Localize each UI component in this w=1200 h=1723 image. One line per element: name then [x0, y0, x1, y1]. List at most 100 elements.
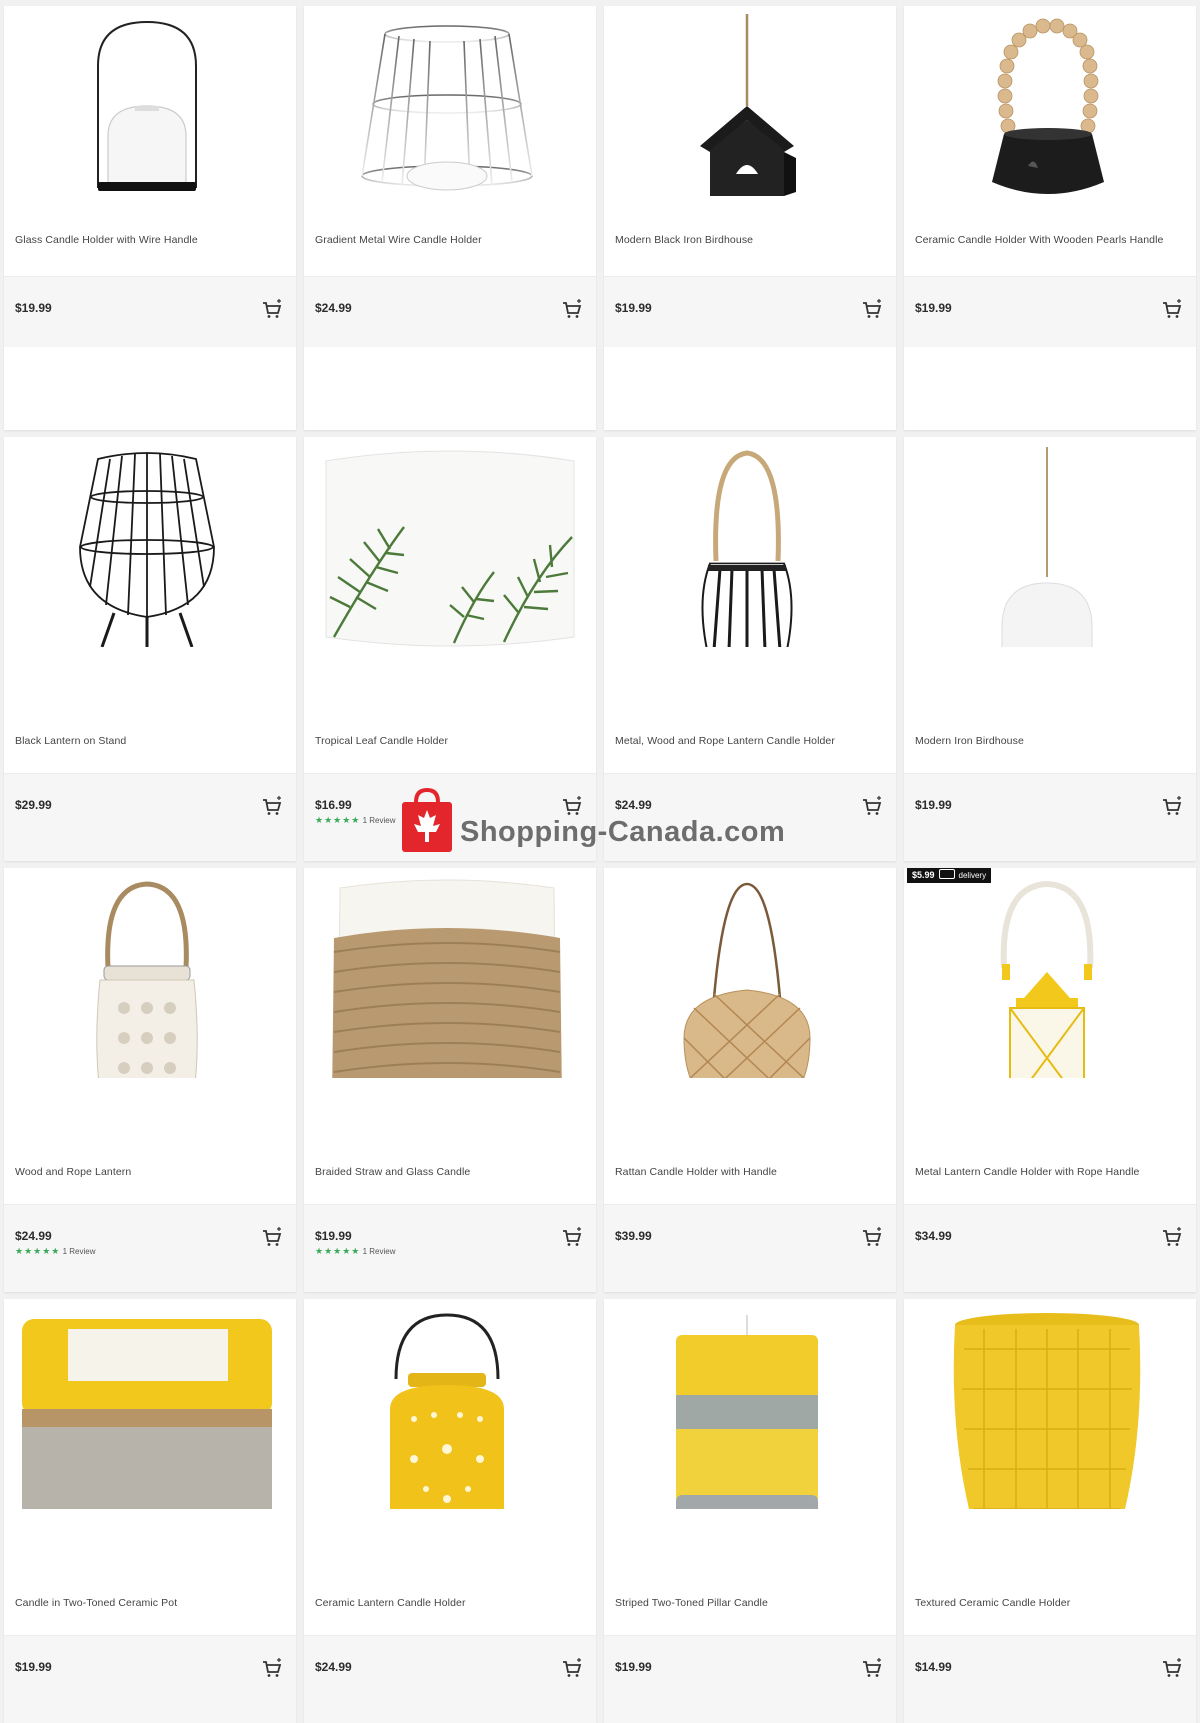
product-title[interactable]: Tropical Leaf Candle Holder [315, 735, 588, 747]
yellow-ceramic-lantern-image[interactable] [304, 1299, 596, 1509]
rating: ★★★★★ 1 Review [315, 1246, 395, 1257]
add-to-cart-icon[interactable] [1160, 1225, 1184, 1249]
product-card[interactable]: Textured Ceramic Candle Holder $14.99 [904, 1299, 1196, 1723]
product-title[interactable]: Candle in Two-Toned Ceramic Pot [15, 1597, 288, 1609]
white-birdhouse-image[interactable] [904, 437, 1196, 647]
glass-dome-candle-image[interactable] [4, 6, 296, 216]
product-price: $19.99 [915, 798, 952, 812]
product-card[interactable]: Black Lantern on Stand $29.99 [4, 437, 296, 861]
product-card[interactable]: Striped Two-Toned Pillar Candle $19.99 [604, 1299, 896, 1723]
product-footer: $19.99 ★★★★★ 1 Review [304, 1204, 596, 1292]
product-footer: $19.99 [904, 773, 1196, 861]
product-footer: $14.99 [904, 1635, 1196, 1723]
wood-lantern-image[interactable] [4, 868, 296, 1078]
product-card[interactable]: Glass Candle Holder with Wire Handle $19… [4, 6, 296, 430]
rattan-holder-image[interactable] [604, 868, 896, 1078]
product-price: $14.99 [915, 1660, 952, 1674]
product-title[interactable]: Striped Two-Toned Pillar Candle [615, 1597, 888, 1609]
review-count[interactable]: 1 Review [363, 1247, 396, 1256]
product-title[interactable]: Braided Straw and Glass Candle [315, 1166, 588, 1178]
add-to-cart-icon[interactable] [860, 1656, 884, 1680]
striped-pillar-candle-image[interactable] [604, 1299, 896, 1509]
product-card[interactable]: Ceramic Candle Holder With Wooden Pearls… [904, 6, 1196, 430]
star-rating: ★★★★★ [315, 1246, 361, 1256]
product-title[interactable]: Metal, Wood and Rope Lantern Candle Hold… [615, 735, 888, 747]
product-card[interactable]: Braided Straw and Glass Candle $19.99 ★★… [304, 868, 596, 1292]
add-to-cart-icon[interactable] [260, 1656, 284, 1680]
black-birdhouse-image[interactable] [604, 6, 896, 216]
product-price: $34.99 [915, 1229, 952, 1243]
product-footer: $24.99 [604, 773, 896, 861]
product-price: $19.99 [315, 1229, 352, 1243]
product-title[interactable]: Black Lantern on Stand [15, 735, 288, 747]
rating: ★★★★★ 1 Review [315, 815, 395, 826]
product-footer: $29.99 [4, 773, 296, 861]
rating: ★★★★★ 1 Review [15, 1246, 95, 1257]
product-card[interactable]: Modern Black Iron Birdhouse $19.99 [604, 6, 896, 430]
add-to-cart-icon[interactable] [860, 297, 884, 321]
rope-lantern-image[interactable] [604, 437, 896, 647]
product-card[interactable]: Gradient Metal Wire Candle Holder $24.99 [304, 6, 596, 430]
product-card[interactable]: Candle in Two-Toned Ceramic Pot $19.99 [4, 1299, 296, 1723]
add-to-cart-icon[interactable] [1160, 1656, 1184, 1680]
add-to-cart-icon[interactable] [260, 1225, 284, 1249]
product-title[interactable]: Modern Iron Birdhouse [915, 735, 1188, 747]
product-price: $24.99 [315, 1660, 352, 1674]
product-price: $19.99 [615, 301, 652, 315]
product-card[interactable]: $5.99 delivery Metal Lantern Candle Holde… [904, 868, 1196, 1292]
product-footer: $16.99 ★★★★★ 1 Review [304, 773, 596, 861]
product-price: $19.99 [15, 1660, 52, 1674]
ceramic-pearl-handle-image[interactable] [904, 6, 1196, 216]
product-footer: $24.99 [304, 276, 596, 347]
product-card[interactable]: Rattan Candle Holder with Handle $39.99 [604, 868, 896, 1292]
product-title[interactable]: Gradient Metal Wire Candle Holder [315, 234, 588, 246]
product-footer: $24.99 [304, 1635, 596, 1723]
product-card[interactable]: Wood and Rope Lantern $24.99 ★★★★★ 1 Rev… [4, 868, 296, 1292]
product-card[interactable]: Modern Iron Birdhouse $19.99 [904, 437, 1196, 861]
tropical-leaf-image[interactable] [304, 437, 596, 647]
product-footer: $19.99 [604, 276, 896, 347]
product-footer: $19.99 [4, 276, 296, 347]
product-title[interactable]: Metal Lantern Candle Holder with Rope Ha… [915, 1166, 1188, 1178]
product-grid: Glass Candle Holder with Wire Handle $19… [4, 6, 1196, 1723]
add-to-cart-icon[interactable] [860, 1225, 884, 1249]
product-title[interactable]: Ceramic Lantern Candle Holder [315, 1597, 588, 1609]
add-to-cart-icon[interactable] [860, 794, 884, 818]
product-price: $24.99 [315, 301, 352, 315]
product-title[interactable]: Wood and Rope Lantern [15, 1166, 288, 1178]
add-to-cart-icon[interactable] [560, 794, 584, 818]
product-price: $16.99 [315, 798, 352, 812]
add-to-cart-icon[interactable] [260, 794, 284, 818]
product-price: $19.99 [915, 301, 952, 315]
add-to-cart-icon[interactable] [1160, 794, 1184, 818]
product-footer: $19.99 [604, 1635, 896, 1723]
braided-straw-candle-image[interactable] [304, 868, 596, 1078]
two-tone-pot-image[interactable] [4, 1299, 296, 1509]
textured-yellow-holder-image[interactable] [904, 1299, 1196, 1509]
product-title[interactable]: Ceramic Candle Holder With Wooden Pearls… [915, 234, 1188, 246]
product-card[interactable]: Metal, Wood and Rope Lantern Candle Hold… [604, 437, 896, 861]
product-price: $24.99 [615, 798, 652, 812]
product-footer: $19.99 [904, 276, 1196, 347]
product-card[interactable]: Ceramic Lantern Candle Holder $24.99 [304, 1299, 596, 1723]
add-to-cart-icon[interactable] [560, 1656, 584, 1680]
product-title[interactable]: Rattan Candle Holder with Handle [615, 1166, 888, 1178]
product-title[interactable]: Textured Ceramic Candle Holder [915, 1597, 1188, 1609]
product-title[interactable]: Modern Black Iron Birdhouse [615, 234, 888, 246]
review-count[interactable]: 1 Review [363, 816, 396, 825]
yellow-lantern-image[interactable] [904, 868, 1196, 1078]
add-to-cart-icon[interactable] [1160, 297, 1184, 321]
review-count[interactable]: 1 Review [63, 1247, 96, 1256]
product-card[interactable]: Tropical Leaf Candle Holder $16.99 ★★★★★… [304, 437, 596, 861]
add-to-cart-icon[interactable] [560, 1225, 584, 1249]
product-footer: $19.99 [4, 1635, 296, 1723]
add-to-cart-icon[interactable] [260, 297, 284, 321]
black-lantern-stand-image[interactable] [4, 437, 296, 647]
add-to-cart-icon[interactable] [560, 297, 584, 321]
product-price: $19.99 [615, 1660, 652, 1674]
wire-candle-holder-image[interactable] [304, 6, 596, 216]
product-footer: $39.99 [604, 1204, 896, 1292]
product-price: $19.99 [15, 301, 52, 315]
product-footer: $24.99 ★★★★★ 1 Review [4, 1204, 296, 1292]
product-title[interactable]: Glass Candle Holder with Wire Handle [15, 234, 288, 246]
